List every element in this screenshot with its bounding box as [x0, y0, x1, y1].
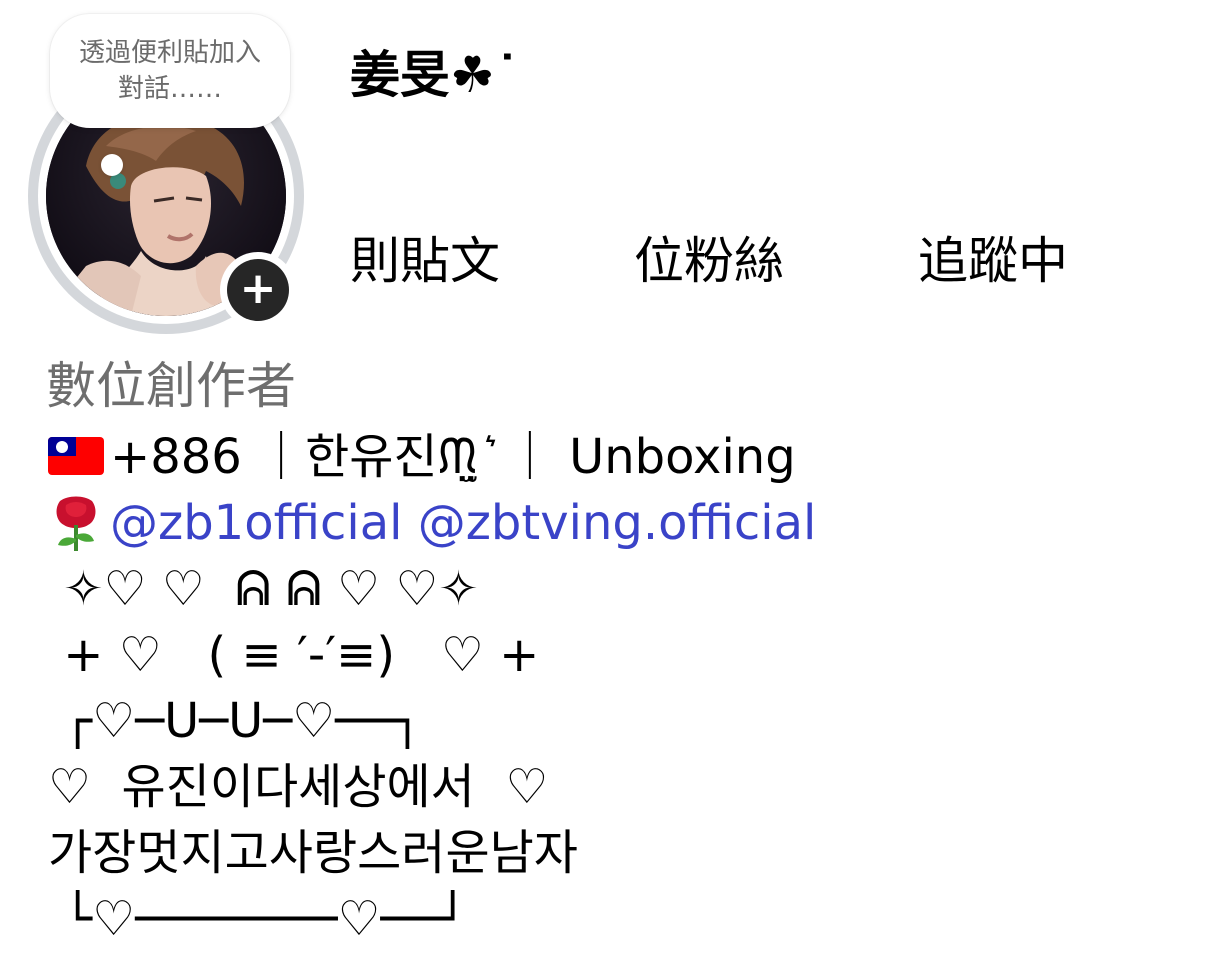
bio-line-8: └♡───────♡──┘: [48, 891, 468, 947]
bio-line-2: @zb1official @zbtving.official: [48, 490, 1168, 556]
note-bubble-tail: [101, 154, 123, 176]
bio-line-4: + ♡ ( ≡ ′-′≡) ♡ +: [48, 627, 540, 683]
plus-icon: +: [227, 259, 289, 321]
bio: +886 ｜한유진ᙏ̤̫ ͛ ｜ Unboxing @zb1official @…: [48, 424, 1168, 952]
rose-icon: [56, 496, 96, 551]
bio-line-3: ✧♡ ♡ ᕱ ᕱ ♡ ♡✧: [48, 561, 479, 617]
username: 姜旻☘︎˙: [350, 46, 520, 104]
mention-zbtving-official[interactable]: @zbtving.official: [418, 495, 817, 551]
posts-label[interactable]: 則貼文: [350, 228, 500, 294]
bio-line-1: +886 ｜한유진ᙏ̤̫ ͛ ｜ Unboxing: [48, 424, 1168, 490]
followers-label[interactable]: 位粉絲: [634, 228, 784, 294]
following-label[interactable]: 追蹤中: [918, 228, 1068, 294]
note-text: 透過便利貼加入對話……: [78, 38, 261, 104]
mention-zb1official[interactable]: @zb1official: [110, 495, 402, 551]
note-bubble[interactable]: 透過便利貼加入對話……: [50, 14, 290, 128]
bio-line-1-text: +886 ｜한유진ᙏ̤̫ ͛ ｜ Unboxing: [110, 429, 796, 485]
bio-line-6: ♡ 유진이다세상에서 ♡: [48, 759, 549, 815]
bio-line-5: ┌♡─U─U─♡──┐: [48, 693, 422, 749]
profile-category: 數位創作者: [46, 357, 296, 415]
add-story-button[interactable]: +: [220, 252, 296, 328]
bio-line-7: 가장멋지고사랑스러운남자: [48, 825, 578, 881]
taiwan-flag-icon: [48, 437, 104, 475]
